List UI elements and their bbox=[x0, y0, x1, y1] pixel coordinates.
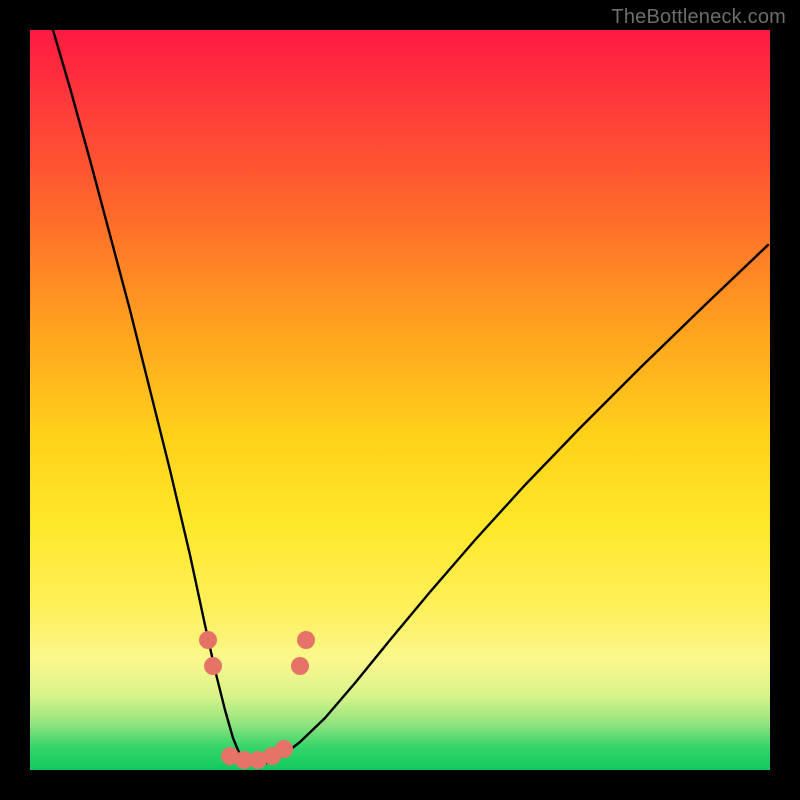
highlight-marker bbox=[199, 631, 217, 649]
watermark-text: TheBottleneck.com bbox=[611, 6, 786, 29]
curve-line bbox=[53, 30, 768, 765]
highlight-marker bbox=[297, 631, 315, 649]
highlight-marker bbox=[275, 740, 293, 758]
plot-area bbox=[30, 30, 770, 770]
highlight-marker bbox=[291, 657, 309, 675]
chart-frame: TheBottleneck.com bbox=[0, 0, 800, 800]
bottleneck-chart bbox=[30, 30, 770, 770]
highlight-marker bbox=[204, 657, 222, 675]
